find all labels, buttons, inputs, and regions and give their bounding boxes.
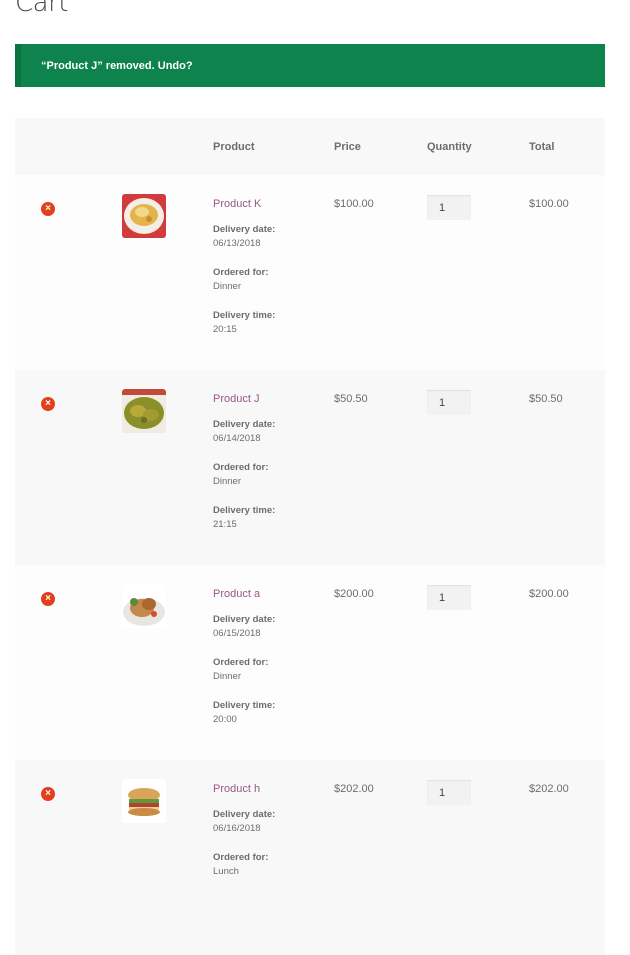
cart-row: × Product h Delivery date: 06/16/2018 Or… bbox=[15, 760, 605, 955]
quantity-input[interactable] bbox=[427, 780, 471, 805]
meta-value: Dinner bbox=[213, 476, 241, 487]
product-thumbnail[interactable] bbox=[122, 779, 166, 823]
cart-table: Product Price Quantity Total × Product K… bbox=[15, 118, 605, 955]
item-price: $202.00 bbox=[334, 783, 374, 795]
removed-notice: “Product J” removed. Undo? bbox=[15, 44, 605, 87]
meta-value: 06/13/2018 bbox=[213, 238, 261, 249]
meta-value: 21:15 bbox=[213, 519, 237, 530]
meta-value: 06/16/2018 bbox=[213, 823, 261, 834]
product-thumbnail[interactable] bbox=[122, 194, 166, 238]
meta-value: 06/14/2018 bbox=[213, 433, 261, 444]
remove-circle-icon[interactable]: × bbox=[41, 202, 55, 216]
meta-label: Delivery date: bbox=[213, 419, 276, 430]
meta-label: Ordered for: bbox=[213, 657, 269, 668]
meta-value: Lunch bbox=[213, 866, 239, 877]
meta-label: Ordered for: bbox=[213, 852, 269, 863]
remove-circle-icon[interactable]: × bbox=[41, 787, 55, 801]
meta-label: Delivery date: bbox=[213, 809, 276, 820]
meta-value: Dinner bbox=[213, 671, 241, 682]
product-link[interactable]: Product a bbox=[213, 588, 313, 600]
quantity-input[interactable] bbox=[427, 585, 471, 610]
meta-label: Delivery time: bbox=[213, 505, 276, 516]
header-price: Price bbox=[334, 141, 361, 153]
quantity-input[interactable] bbox=[427, 390, 471, 415]
meta-label: Delivery time: bbox=[213, 310, 276, 321]
table-header: Product Price Quantity Total bbox=[15, 118, 605, 175]
quantity-input[interactable] bbox=[427, 195, 471, 220]
meta-label: Ordered for: bbox=[213, 462, 269, 473]
item-price: $100.00 bbox=[334, 198, 374, 210]
meta-value: Dinner bbox=[213, 281, 241, 292]
product-link[interactable]: Product h bbox=[213, 783, 313, 795]
remove-circle-icon[interactable]: × bbox=[41, 397, 55, 411]
product-link[interactable]: Product J bbox=[213, 393, 313, 405]
meta-label: Delivery time: bbox=[213, 700, 276, 711]
header-total: Total bbox=[529, 141, 555, 153]
header-quantity: Quantity bbox=[427, 141, 472, 153]
remove-circle-icon[interactable]: × bbox=[41, 592, 55, 606]
item-price: $50.50 bbox=[334, 393, 368, 405]
meta-value: 20:15 bbox=[213, 324, 237, 335]
meta-label: Delivery date: bbox=[213, 224, 276, 235]
cart-row: × Product J Delivery date: 06/14/2018 Or… bbox=[15, 370, 605, 565]
product-thumbnail[interactable] bbox=[122, 584, 166, 628]
item-price: $200.00 bbox=[334, 588, 374, 600]
product-link[interactable]: Product K bbox=[213, 198, 313, 210]
notice-text[interactable]: “Product J” removed. Undo? bbox=[41, 60, 193, 72]
page-title: Cart bbox=[15, 0, 68, 18]
meta-label: Ordered for: bbox=[213, 267, 269, 278]
meta-label: Delivery date: bbox=[213, 614, 276, 625]
cart-row: × Product K Delivery date: 06/13/2018 Or… bbox=[15, 175, 605, 370]
item-total: $50.50 bbox=[529, 393, 563, 405]
header-product: Product bbox=[213, 141, 255, 153]
item-total: $100.00 bbox=[529, 198, 569, 210]
meta-value: 06/15/2018 bbox=[213, 628, 261, 639]
cart-row: × Product a Delivery date: 06/15/2018 Or… bbox=[15, 565, 605, 760]
product-thumbnail[interactable] bbox=[122, 389, 166, 433]
item-total: $202.00 bbox=[529, 783, 569, 795]
meta-value: 20:00 bbox=[213, 714, 237, 725]
item-total: $200.00 bbox=[529, 588, 569, 600]
